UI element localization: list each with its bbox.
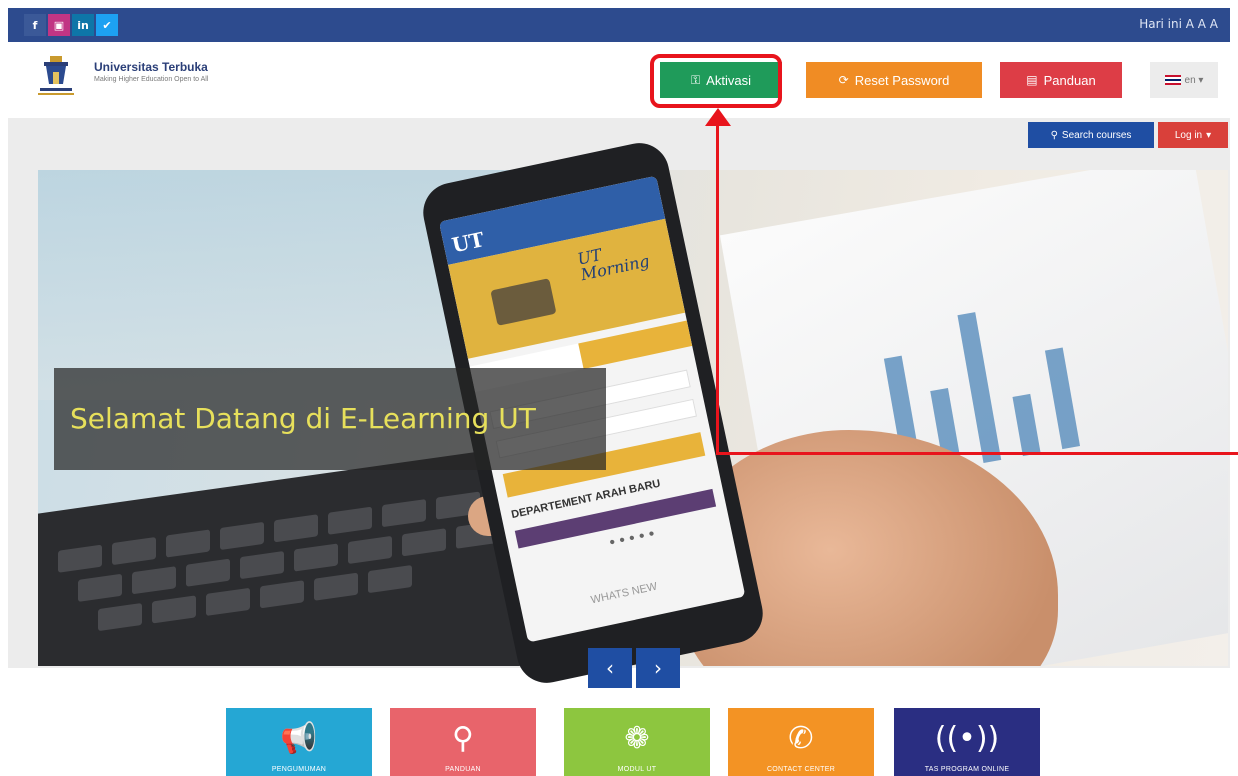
linkedin-icon[interactable]: in	[72, 14, 94, 36]
logo-subtitle: Making Higher Education Open to All	[94, 76, 209, 83]
reset-password-label: Reset Password	[854, 72, 950, 88]
site-logo[interactable]: Universitas Terbuka Making Higher Educat…	[36, 54, 256, 98]
tile-label: TAS PROGRAM ONLINE	[924, 766, 1010, 773]
annotation-line-vertical	[716, 124, 719, 454]
annotation-highlight-box	[650, 54, 782, 108]
carousel-prev-button[interactable]: ‹	[588, 648, 632, 688]
twitter-glyph: ✔	[102, 18, 112, 32]
font-size-controls[interactable]: Hari ini A A A	[1139, 17, 1218, 31]
site-header: Universitas Terbuka Making Higher Educat…	[8, 42, 1230, 118]
login-label: Log in	[1174, 129, 1203, 141]
linkedin-glyph: in	[77, 18, 89, 32]
annotation-line-horizontal	[716, 452, 1238, 455]
tile-label: PANDUAN	[445, 766, 481, 773]
twitter-icon[interactable]: ✔	[96, 14, 118, 36]
flower-icon: ❁	[624, 721, 650, 756]
location-pin-icon: ⚲	[452, 721, 474, 756]
login-button[interactable]: Log in ▾	[1158, 122, 1228, 148]
logo-title: Universitas Terbuka	[94, 60, 208, 74]
annotation-arrow-icon	[705, 108, 731, 126]
tile-label: MODUL UT	[617, 766, 657, 773]
broadcast-icon: ((•))	[934, 721, 1000, 756]
phone-whats-new: WHATS NEW	[589, 580, 659, 607]
carousel-next-button[interactable]: ›	[636, 648, 680, 688]
search-courses-button[interactable]: ⚲ Search courses	[1028, 122, 1154, 148]
instagram-glyph: ▣	[53, 18, 65, 32]
reset-password-button[interactable]: ⟳ Reset Password	[806, 62, 982, 98]
facebook-icon[interactable]: f	[24, 14, 46, 36]
chevron-right-icon: ›	[654, 656, 662, 680]
language-label: en ▾	[1184, 74, 1204, 86]
phone-icon: ✆	[788, 721, 814, 756]
chevron-left-icon: ‹	[606, 656, 614, 680]
tile-panduan[interactable]: ⚲ PANDUAN	[390, 708, 536, 776]
university-logo-icon	[38, 56, 74, 95]
panduan-label: Panduan	[1043, 72, 1096, 88]
phone-pagination-dots: ●●●●●	[608, 527, 660, 549]
facebook-glyph: f	[32, 18, 38, 32]
phone-ut-logo: UT	[449, 227, 487, 258]
top-bar: f ▣ in ✔ Hari ini A A A	[8, 8, 1230, 42]
welcome-caption: Selamat Datang di E-Learning UT	[54, 368, 606, 470]
search-icon: ⚲	[1050, 129, 1058, 141]
chevron-down-icon: ▾	[1206, 129, 1212, 141]
language-selector[interactable]: en ▾	[1150, 62, 1218, 98]
instagram-icon[interactable]: ▣	[48, 14, 70, 36]
search-courses-label: Search courses	[1061, 129, 1132, 141]
refresh-icon: ⟳	[838, 73, 849, 87]
tile-label: PENGUMUMAN	[271, 766, 327, 773]
uk-flag-icon	[1164, 75, 1181, 85]
tile-label: CONTACT CENTER	[766, 766, 836, 773]
tile-modul[interactable]: ❁ MODUL UT	[564, 708, 710, 776]
tile-contact-center[interactable]: ✆ CONTACT CENTER	[728, 708, 874, 776]
megaphone-icon: 📢	[280, 721, 318, 756]
tile-tutorial-online[interactable]: ((•)) TAS PROGRAM ONLINE	[894, 708, 1040, 776]
welcome-text: Selamat Datang di E-Learning UT	[70, 402, 536, 435]
document-icon: ▤	[1026, 73, 1038, 87]
tile-pengumuman[interactable]: 📢 PENGUMUMAN	[226, 708, 372, 776]
panduan-button[interactable]: ▤ Panduan	[1000, 62, 1122, 98]
